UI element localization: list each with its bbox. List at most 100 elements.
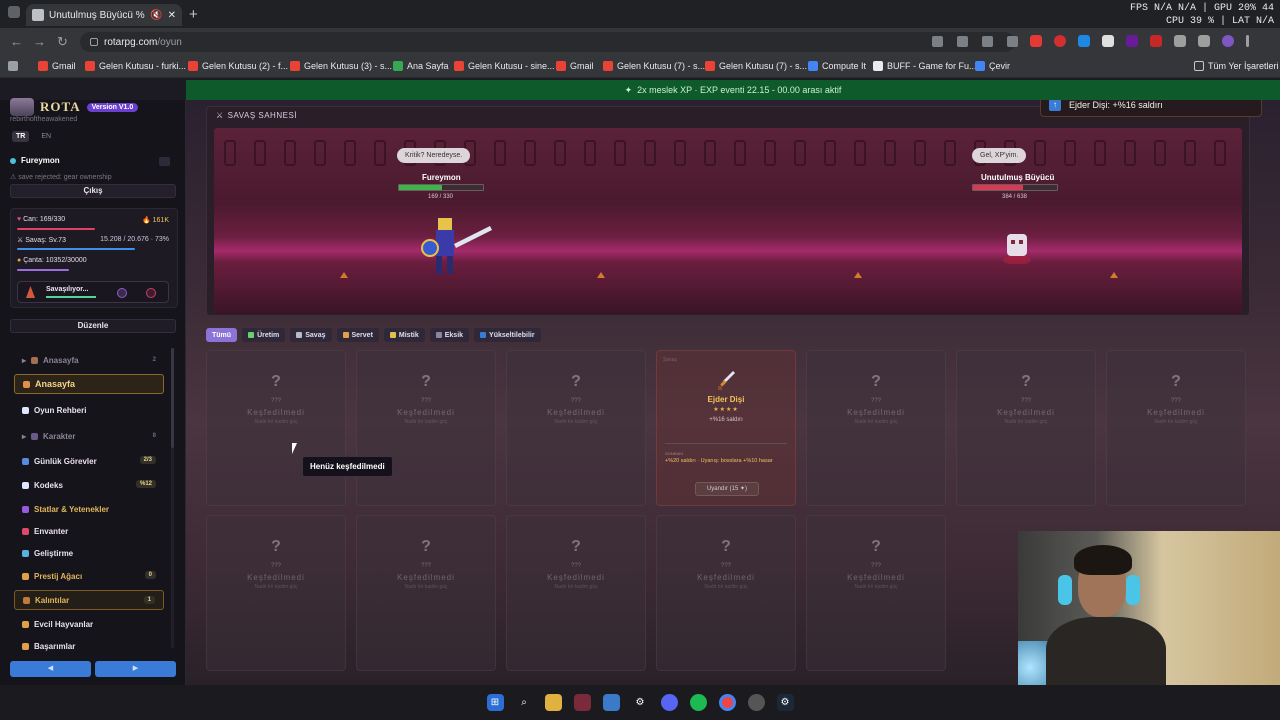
store-icon[interactable] bbox=[602, 694, 620, 711]
sidebar-item-kalintilar[interactable]: Kalıntılar 1 bbox=[14, 590, 164, 610]
all-bookmarks[interactable]: Tüm Yer İşaretleri bbox=[1194, 61, 1279, 71]
edit-button[interactable]: Düzenle bbox=[10, 319, 176, 333]
tracking-icon[interactable] bbox=[932, 36, 943, 47]
reload-icon[interactable]: ↻ bbox=[57, 34, 68, 50]
bookmark[interactable]: Gelen Kutusu (2) - f... bbox=[188, 61, 288, 71]
lang-tr-button[interactable]: TR bbox=[12, 131, 30, 142]
filter-all[interactable]: Tümü bbox=[206, 328, 238, 342]
filter-uretim[interactable]: Üretim bbox=[242, 328, 286, 342]
sidebar-item-prestij[interactable]: Prestij Ağacı 0 bbox=[14, 566, 164, 586]
relic-card-locked[interactable]: ???? Keşfedilmedi Nadir bir kadim güç bbox=[806, 350, 946, 506]
back-icon[interactable]: ← bbox=[10, 34, 23, 49]
bookmark[interactable]: Gmail bbox=[556, 61, 594, 71]
sidebar-item-gunluk-gorevler[interactable]: Günlük Görevler 2/3 bbox=[14, 451, 164, 471]
extension-icon[interactable] bbox=[1078, 35, 1090, 47]
filter-mistik[interactable]: Mistik bbox=[383, 328, 425, 342]
browser-tab[interactable]: Unutulmuş Büyücü %6€ 🔇 ✕ bbox=[26, 4, 182, 26]
card-name: ??? bbox=[570, 563, 581, 569]
card-next-label: SONRAKİ bbox=[665, 451, 684, 456]
bookmark[interactable]: BUFF - Game for Fu... bbox=[873, 61, 977, 71]
new-tab-icon[interactable]: + bbox=[189, 6, 198, 23]
enemy-name: Unutulmuş Büyücü bbox=[981, 173, 1055, 182]
awaken-button[interactable]: Uyandır (15 ✦) bbox=[695, 482, 759, 496]
lang-en-button[interactable]: EN bbox=[37, 131, 55, 142]
obs-icon[interactable] bbox=[747, 694, 765, 711]
next-button[interactable]: ▶ bbox=[95, 661, 176, 677]
media-icon[interactable] bbox=[1198, 35, 1210, 47]
sidebar-item-basarimlar[interactable]: Başarımlar bbox=[14, 636, 164, 656]
puzzle-icon[interactable] bbox=[1174, 35, 1186, 47]
bookmark[interactable]: Ana Sayfa bbox=[393, 61, 449, 71]
steam-icon[interactable]: ⚙ bbox=[776, 694, 794, 711]
search-icon[interactable]: ⌕ bbox=[516, 694, 533, 711]
extension-icon[interactable] bbox=[1102, 35, 1114, 47]
sidebar-item-anasayfa[interactable]: Anasayfa bbox=[14, 374, 164, 394]
relic-card-locked[interactable]: ???? Keşfedilmedi Nadir bir kadim güç bbox=[356, 515, 496, 671]
logout-button[interactable]: Çıkış bbox=[10, 184, 176, 198]
install-icon[interactable] bbox=[957, 36, 968, 47]
app-icon[interactable] bbox=[573, 694, 591, 711]
extension-icon[interactable] bbox=[1054, 35, 1066, 47]
bookmark[interactable]: Gelen Kutusu (7) - s... bbox=[705, 61, 807, 71]
relic-card-locked[interactable]: ???? Keşfedilmedi Nadir bir kadim güç bbox=[656, 515, 796, 671]
skill-icon[interactable] bbox=[117, 288, 127, 298]
profile-avatar[interactable] bbox=[1222, 35, 1234, 47]
apps-icon[interactable] bbox=[8, 61, 18, 71]
extension-icon[interactable] bbox=[1150, 35, 1162, 47]
extension-icon[interactable] bbox=[1030, 35, 1042, 47]
address-input[interactable]: rotarpg.com/oyun bbox=[80, 32, 1015, 52]
spotify-icon[interactable] bbox=[689, 694, 707, 711]
discord-icon[interactable] bbox=[660, 694, 678, 711]
relic-card-found[interactable]: Savaş Ejder Dişi ★★★★ +%16 saldırı SONRAKİ +%… bbox=[656, 350, 796, 506]
bookmark[interactable]: Gmail bbox=[38, 61, 76, 71]
bookmark[interactable]: Gelen Kutusu - furki... bbox=[85, 61, 186, 71]
password-icon[interactable] bbox=[982, 36, 993, 47]
relic-card-locked[interactable]: ???? Keşfedilmedi Nadir bir kadim güç bbox=[356, 350, 496, 506]
start-icon[interactable]: ⊞ bbox=[486, 694, 504, 711]
stop-icon[interactable] bbox=[146, 288, 156, 298]
relic-card-locked[interactable]: ???? Keşfedilmedi Nadir bir kadim güç bbox=[1106, 350, 1246, 506]
filter-eksik[interactable]: Eksik bbox=[429, 328, 470, 342]
wall-window bbox=[1094, 140, 1106, 166]
section-karakter[interactable]: ▸ Karakter 8 bbox=[14, 426, 164, 446]
folder-icon[interactable] bbox=[544, 694, 562, 711]
menu-icon[interactable] bbox=[1246, 35, 1249, 47]
filter-yukseltilebilir[interactable]: Yükseltilebilir bbox=[474, 328, 541, 342]
relic-card-locked[interactable]: ???? Keşfedilmedi Nadir bir kadim güç bbox=[506, 350, 646, 506]
fighting-status[interactable]: Savaşılıyor... bbox=[17, 281, 169, 303]
site-info-icon[interactable] bbox=[90, 38, 98, 46]
section-anasayfa[interactable]: ▸ Anasayfa 2 bbox=[14, 350, 164, 370]
user-menu-button[interactable] bbox=[159, 157, 170, 166]
bookmark[interactable]: Çevir bbox=[975, 61, 1010, 71]
chrome-icon[interactable] bbox=[718, 694, 736, 711]
bookmark[interactable]: Compute It bbox=[808, 61, 866, 71]
close-tab-icon[interactable]: ✕ bbox=[168, 10, 176, 21]
extension-icon[interactable] bbox=[1126, 35, 1138, 47]
sidebar-item-evcil-hayvanlar[interactable]: Evcil Hayvanlar bbox=[14, 614, 164, 634]
sidebar-item-gelistirme[interactable]: Geliştirme bbox=[14, 543, 164, 563]
relic-card-locked[interactable]: ???? Keşfedilmedi Nadir bir kadim güç bbox=[206, 350, 346, 506]
relic-card-locked[interactable]: ???? Keşfedilmedi Nadir bir kadim güç bbox=[206, 515, 346, 671]
sidebar-item-oyun-rehberi[interactable]: Oyun Rehberi bbox=[14, 400, 164, 420]
tab-group-icon[interactable] bbox=[8, 6, 20, 18]
bookmark[interactable]: Gelen Kutusu (3) - s... bbox=[290, 61, 392, 71]
filter-savas[interactable]: Savaş bbox=[290, 328, 332, 342]
bookmark[interactable]: Gelen Kutusu - sine... bbox=[454, 61, 555, 71]
prev-button[interactable]: ◀ bbox=[10, 661, 91, 677]
settings-icon[interactable]: ⚙ bbox=[632, 694, 649, 711]
relic-card-locked[interactable]: ???? Keşfedilmedi Nadir bir kadim güç bbox=[956, 350, 1096, 506]
card-status: Keşfedilmedi bbox=[397, 573, 455, 582]
forward-icon[interactable]: → bbox=[33, 34, 46, 49]
sidebar-item-statlar[interactable]: Statlar & Yetenekler bbox=[14, 499, 164, 519]
relic-card-locked[interactable]: ???? Keşfedilmedi Nadir bir kadim güç bbox=[506, 515, 646, 671]
mute-icon[interactable]: 🔇 bbox=[150, 10, 162, 21]
star-icon[interactable] bbox=[1007, 36, 1018, 47]
sidebar-scrollbar[interactable] bbox=[171, 348, 174, 448]
mouse-cursor-icon bbox=[292, 443, 297, 454]
sidebar-item-envanter[interactable]: Envanter bbox=[14, 521, 164, 541]
bookmark[interactable]: Gelen Kutusu (7) - s... bbox=[603, 61, 705, 71]
filter-servet[interactable]: Servet bbox=[336, 328, 379, 342]
relic-card-locked[interactable]: ???? Keşfedilmedi Nadir bir kadim güç bbox=[806, 515, 946, 671]
card-status: Keşfedilmedi bbox=[697, 573, 755, 582]
sidebar-item-kodeks[interactable]: Kodeks %12 bbox=[14, 475, 164, 495]
